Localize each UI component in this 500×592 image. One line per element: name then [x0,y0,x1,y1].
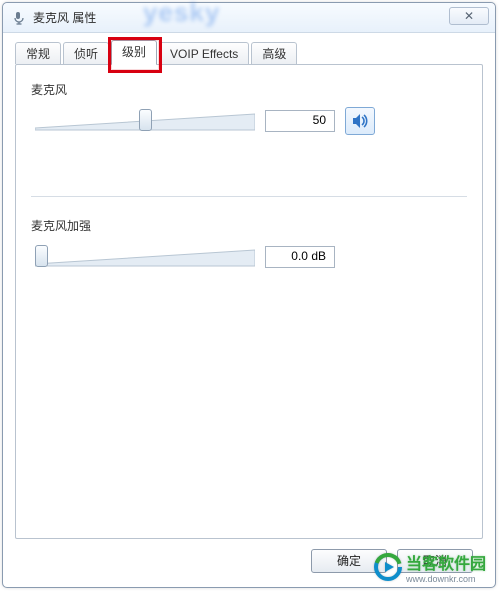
properties-window: 麦克风 属性 ✕ yesky 常规 侦听 级别 VOIP Effects 高级 … [2,2,496,588]
tab-voip-effects[interactable]: VOIP Effects [159,42,249,64]
boost-slider[interactable] [35,242,255,272]
watermark-top: yesky [143,0,220,28]
window-title: 麦克风 属性 [33,9,96,26]
boost-slider-thumb[interactable] [35,245,48,267]
tab-general[interactable]: 常规 [15,42,61,64]
mic-slider[interactable] [35,106,255,136]
titlebar: 麦克风 属性 ✕ yesky [3,3,495,33]
ok-button[interactable]: 确定 [311,549,387,573]
mic-label: 麦克风 [31,81,467,98]
slider-track-icon [35,249,255,267]
mic-row: 50 [35,106,467,136]
tab-strip: 常规 侦听 级别 VOIP Effects 高级 [15,38,483,64]
levels-panel: 麦克风 50 麦克风加强 [31,81,467,272]
button-bar: 确定 取消 [311,549,473,573]
boost-row: 0.0 dB [35,242,467,272]
boost-label: 麦克风加强 [31,217,467,234]
divider [31,196,467,197]
mic-slider-thumb[interactable] [139,109,152,131]
cancel-button[interactable]: 取消 [397,549,473,573]
close-icon: ✕ [464,9,474,23]
mic-value[interactable]: 50 [265,110,335,132]
mic-icon [11,10,27,26]
tab-advanced[interactable]: 高级 [251,42,297,64]
speaker-icon [351,112,369,130]
close-button[interactable]: ✕ [449,7,489,25]
mute-button[interactable] [345,107,375,135]
tab-levels[interactable]: 级别 [111,40,157,64]
boost-value[interactable]: 0.0 dB [265,246,335,268]
tab-listen[interactable]: 侦听 [63,42,109,64]
